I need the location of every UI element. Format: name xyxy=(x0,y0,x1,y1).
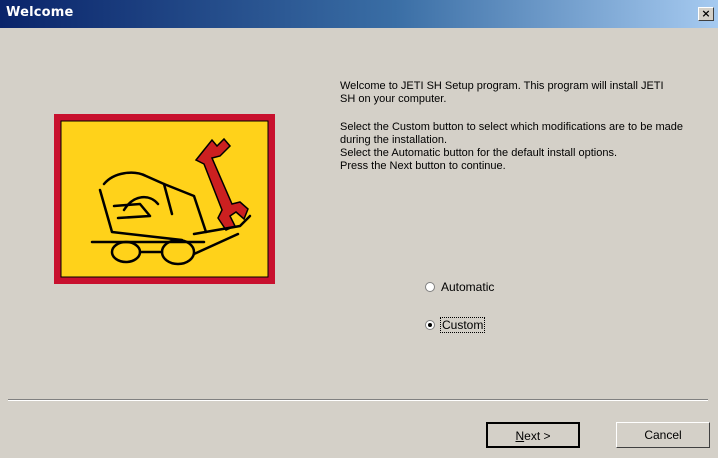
custom-radio-indicator[interactable] xyxy=(425,320,435,330)
intro-text: Welcome to JETI SH Setup program. This p… xyxy=(340,80,664,105)
welcome-text: Welcome to JETI SH Setup program. This p… xyxy=(340,80,710,173)
setup-dialog: Welcome × Welcome to JETI SH Setup progr… xyxy=(0,0,718,458)
next-label: ext > xyxy=(524,429,551,443)
cancel-button[interactable]: Cancel xyxy=(616,422,710,448)
automatic-radio-label[interactable]: Automatic xyxy=(441,280,494,294)
custom-radio[interactable]: Custom xyxy=(425,317,486,333)
divider xyxy=(8,399,708,401)
title-bar[interactable]: Welcome × xyxy=(0,0,718,28)
automatic-radio[interactable]: Automatic xyxy=(425,280,494,294)
logo-background xyxy=(60,120,269,278)
custom-radio-label[interactable]: Custom xyxy=(439,317,486,333)
next-button[interactable]: Next > xyxy=(486,422,580,448)
instructions-custom: Select the Custom button to select which… xyxy=(340,121,684,146)
instructions-next: Press the Next button to continue. xyxy=(340,160,506,172)
forklift-wrench-icon xyxy=(54,114,275,284)
instructions-automatic: Select the Automatic button for the defa… xyxy=(340,147,618,159)
automatic-radio-indicator[interactable] xyxy=(425,282,435,292)
next-mnemonic: N xyxy=(515,429,525,443)
window-title: Welcome xyxy=(6,5,74,20)
close-button[interactable]: × xyxy=(698,7,714,21)
